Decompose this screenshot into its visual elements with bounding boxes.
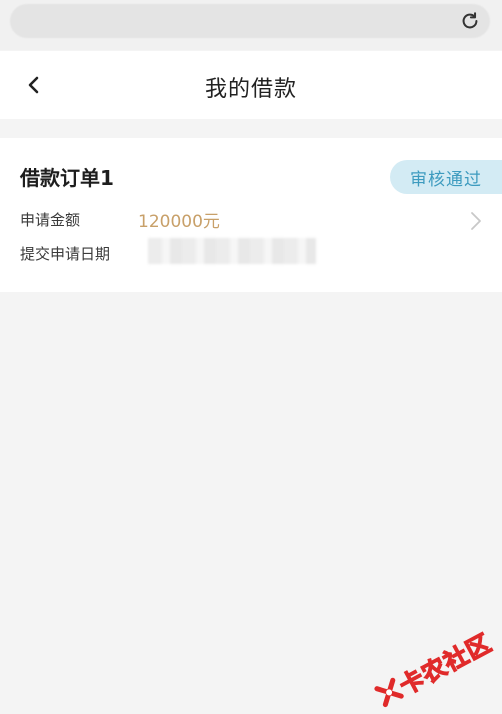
nav-bar: 我的借款 <box>0 51 502 119</box>
loan-card[interactable]: 借款订单1 审核通过 申请金额 120000元 提交申请日期 <box>0 138 502 292</box>
submit-date-label: 提交申请日期 <box>20 245 111 263</box>
loan-order-title: 借款订单1 <box>20 166 114 190</box>
status-badge: 审核通过 <box>390 160 502 194</box>
watermark-text: 卡农社区 <box>394 628 497 701</box>
submit-date-value-redacted <box>148 238 316 264</box>
watermark: 卡农社区 <box>369 623 497 713</box>
address-field[interactable] <box>10 4 490 38</box>
reload-icon[interactable] <box>458 9 482 33</box>
amount-value: 120000元 <box>138 212 220 232</box>
chevron-right-icon <box>468 210 484 232</box>
browser-bar <box>0 0 502 50</box>
page-title: 我的借款 <box>204 77 297 102</box>
amount-label: 申请金额 <box>20 211 81 229</box>
